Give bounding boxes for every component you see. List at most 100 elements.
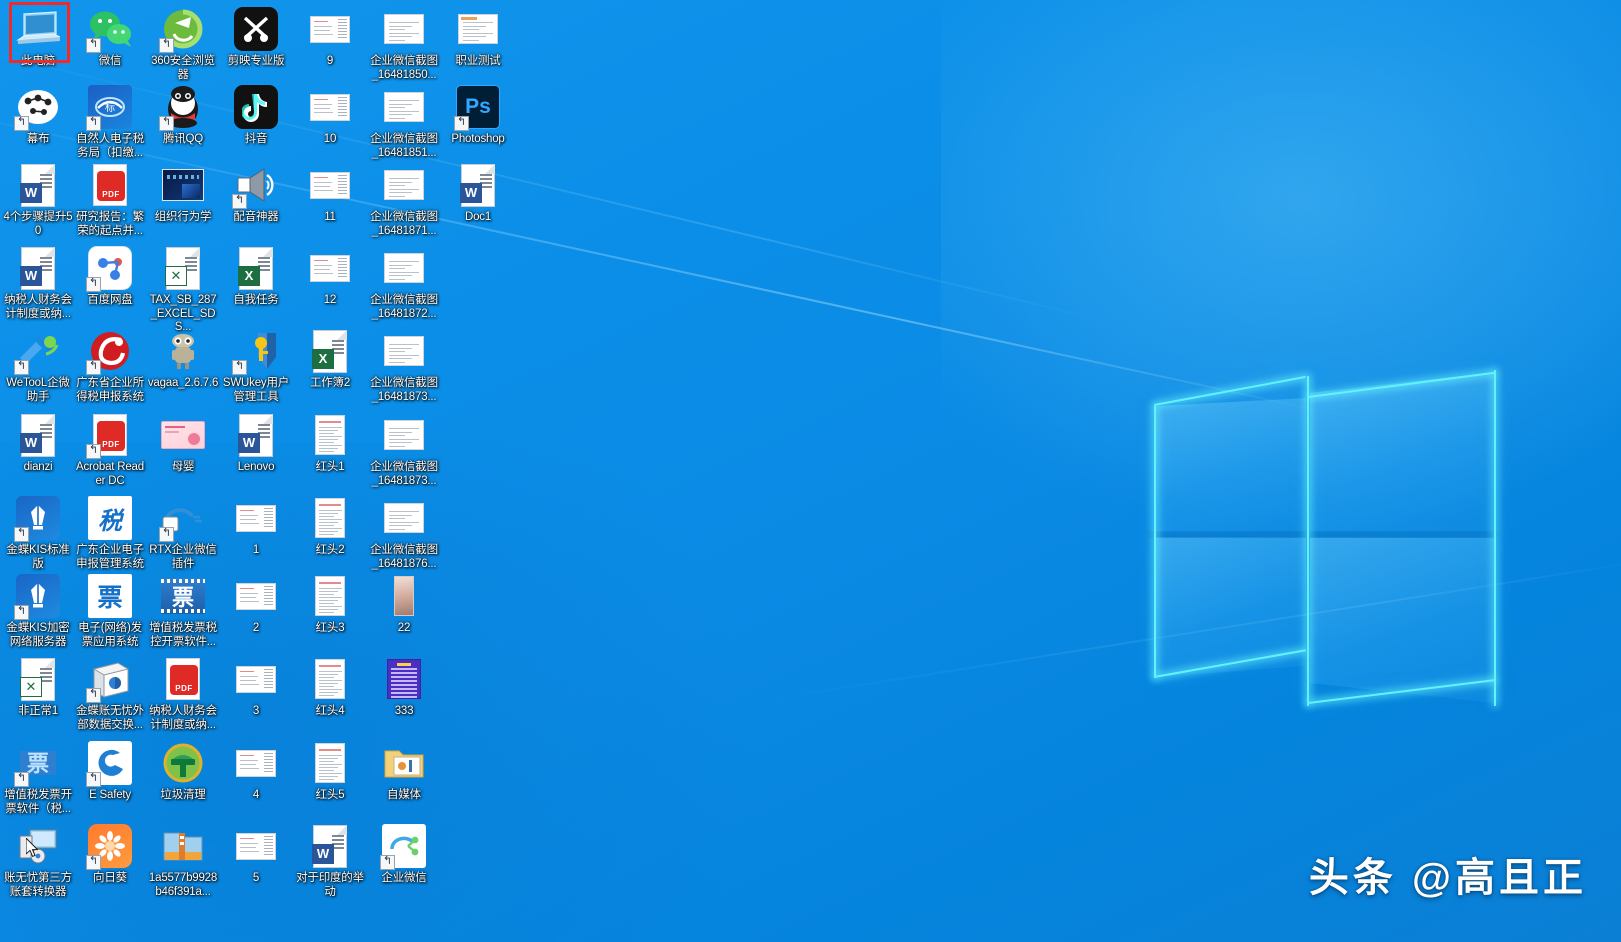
desktop-icon-ic-11[interactable]: 10 bbox=[294, 84, 366, 147]
desktop-icon-ic-32[interactable]: 企业微信截图_16481873... bbox=[368, 328, 440, 404]
desktop-icon-ic-59[interactable]: 垃圾清理 bbox=[147, 740, 219, 803]
desktop-icon-ic-17[interactable]: 配音神器 bbox=[220, 162, 292, 225]
desktop-icon-ic-51[interactable]: ✕ 非正常1 bbox=[2, 656, 74, 719]
desktop-icon-ic-0[interactable]: 此电脑 bbox=[2, 6, 74, 69]
desktop-icon-label: 组织行为学 bbox=[154, 211, 212, 223]
video-thumb-icon bbox=[160, 162, 206, 208]
desktop-icon-ic-6[interactable]: 职业测试 bbox=[442, 6, 514, 69]
desktop-icon-label: 360安全浏览器 bbox=[151, 55, 215, 81]
douyin-icon bbox=[233, 84, 279, 130]
excel-x-icon: ✕ bbox=[160, 245, 206, 291]
desktop-icon-ic-4[interactable]: 9 bbox=[294, 6, 366, 69]
desktop-icon-ic-29[interactable]: vagaa_2.6.7.6 bbox=[147, 328, 219, 391]
desktop-icon-ic-28[interactable]: 广东省企业所得税申报系统 bbox=[74, 328, 146, 404]
desktop-icon-ic-58[interactable]: E Safety bbox=[74, 740, 146, 803]
shortcut-arrow-icon bbox=[86, 360, 101, 375]
desktop-icon-ic-1[interactable]: 微信 bbox=[74, 6, 146, 69]
desktop-icon-ic-18[interactable]: 11 bbox=[294, 162, 366, 225]
desktop-icon-ic-14[interactable]: W 4个步骤提升50 bbox=[2, 162, 74, 238]
desktop-icon-label: 抖音 bbox=[244, 133, 268, 145]
wetool-icon bbox=[14, 328, 61, 375]
shortcut-arrow-icon bbox=[14, 116, 29, 131]
desktop-icon-ic-24[interactable]: X 自我任务 bbox=[220, 245, 292, 308]
desktop-icon-ic-20[interactable]: W Doc1 bbox=[442, 162, 514, 225]
desktop-icon-ic-64[interactable]: 向日葵 bbox=[74, 823, 146, 886]
desktop-icon-ic-67[interactable]: W 对于印度的举动 bbox=[294, 823, 366, 899]
desktop-icon-ic-37[interactable]: 红头1 bbox=[294, 412, 366, 475]
screenshot-icon bbox=[381, 6, 427, 52]
screenshot-c-icon bbox=[455, 6, 501, 52]
desktop-icon-ic-36[interactable]: W Lenovo bbox=[220, 412, 292, 475]
desktop-icon-ic-47[interactable]: 票 增值税发票税控开票软件... bbox=[147, 573, 219, 649]
desktop-icon-ic-49[interactable]: 红头3 bbox=[294, 573, 366, 636]
desktop-icon-label: 自媒体 bbox=[387, 789, 421, 801]
desktop-icon-ic-26[interactable]: 企业微信截图_16481872... bbox=[368, 245, 440, 321]
desktop-icon-label: 工作簿2 bbox=[309, 377, 351, 389]
desktop-icon-ic-53[interactable]: PDF 纳税人财务会计制度或纳... bbox=[147, 656, 219, 732]
excel-icon: X bbox=[307, 328, 353, 374]
shortcut-arrow-icon bbox=[86, 855, 101, 870]
desktop-icon-ic-60[interactable]: 4 bbox=[220, 740, 292, 803]
desktop-icon-ic-23[interactable]: ✕ TAX_SB_287_EXCEL_SDS... bbox=[147, 245, 219, 335]
desktop-icon-ic-39[interactable]: 金蝶KIS标准版 bbox=[2, 495, 74, 571]
desktop-icon-ic-30[interactable]: SWUkey用户管理工具 bbox=[220, 328, 292, 404]
desktop-icon-ic-13[interactable]: Ps Photoshop bbox=[442, 84, 514, 147]
thumb-wide-icon bbox=[307, 245, 353, 291]
desktop-icon-ic-10[interactable]: 抖音 bbox=[220, 84, 292, 147]
desktop-icon-ic-19[interactable]: 企业微信截图_16481871... bbox=[368, 162, 440, 238]
desktop-icon-ic-15[interactable]: PDF 研究报告：繁荣的起点并... bbox=[74, 162, 146, 238]
desktop-icon-ic-45[interactable]: 金蝶KIS加密网络服务器 bbox=[2, 573, 74, 649]
desktop-icon-ic-16[interactable]: 组织行为学 bbox=[147, 162, 219, 225]
desktop-icon-ic-2[interactable]: 360安全浏览器 bbox=[147, 6, 219, 82]
desktop-icon-label: 红头4 bbox=[315, 705, 345, 717]
shortcut-arrow-icon bbox=[14, 360, 29, 375]
desktop-icon-ic-33[interactable]: W dianzi bbox=[2, 412, 74, 475]
desktop-icon-ic-25[interactable]: 12 bbox=[294, 245, 366, 308]
desktop-icon-ic-40[interactable]: 税 广东企业电子申报管理系统 bbox=[74, 495, 146, 571]
desktop-icon-ic-27[interactable]: WeTooL企微助手 bbox=[2, 328, 74, 404]
folder-icon bbox=[381, 740, 427, 786]
thumb-wide-icon bbox=[307, 6, 353, 52]
desktop-icon-ic-55[interactable]: 红头4 bbox=[294, 656, 366, 719]
desktop-icon-ic-41[interactable]: RTX企业微信插件 bbox=[147, 495, 219, 571]
desktop-icon-ic-54[interactable]: 3 bbox=[220, 656, 292, 719]
desktop-icon-ic-52[interactable]: 金蝶账无忧外部数据交换... bbox=[74, 656, 146, 732]
desktop-icon-ic-22[interactable]: 百度网盘 bbox=[74, 245, 146, 308]
desktop-icon-ic-66[interactable]: 5 bbox=[220, 823, 292, 886]
desktop-icon-ic-63[interactable]: 账无忧第三方账套转换器 bbox=[2, 823, 74, 899]
shortcut-arrow-icon bbox=[454, 116, 469, 131]
desktop-icon-ic-43[interactable]: 红头2 bbox=[294, 495, 366, 558]
desktop-icon-ic-61[interactable]: 红头5 bbox=[294, 740, 366, 803]
excel-icon: X bbox=[233, 245, 279, 291]
desktop-icon-ic-34[interactable]: PDF Acrobat Reader DC bbox=[74, 412, 146, 488]
desktop-icon-ic-9[interactable]: 腾讯QQ bbox=[147, 84, 219, 147]
desktop-icon-ic-65[interactable]: 1a5577b9928b46f391a... bbox=[147, 823, 219, 899]
shortcut-arrow-icon bbox=[380, 855, 395, 870]
desktop-icon-ic-62[interactable]: 自媒体 bbox=[368, 740, 440, 803]
desktop-icon-ic-50[interactable]: 22 bbox=[368, 573, 440, 636]
desktop-icon-ic-46[interactable]: 票 电子(网络)发票应用系统 bbox=[74, 573, 146, 649]
desktop-icon-ic-8[interactable]: 标 自然人电子税务局（扣缴... bbox=[74, 84, 146, 160]
desktop-icon-label: 纳税人财务会计制度或纳... bbox=[149, 705, 217, 731]
desktop-icon-ic-42[interactable]: 1 bbox=[220, 495, 292, 558]
shortcut-arrow-icon bbox=[86, 277, 101, 292]
desktop-icon-ic-57[interactable]: 票 增值税发票开票软件（税... bbox=[2, 740, 74, 816]
desktop-icon-label: 腾讯QQ bbox=[162, 133, 204, 145]
desktop-icon-ic-35[interactable]: 母婴 bbox=[147, 412, 219, 475]
desktop-icon-ic-7[interactable]: 幕布 bbox=[2, 84, 74, 147]
desktop-icon-ic-5[interactable]: 企业微信截图_16481850... bbox=[368, 6, 440, 82]
desktop-icon-ic-44[interactable]: 企业微信截图_16481876... bbox=[368, 495, 440, 571]
desktop-icon-ic-68[interactable]: 企业微信 bbox=[368, 823, 440, 886]
desktop-icon-ic-3[interactable]: 剪映专业版 bbox=[220, 6, 292, 69]
thumb-wide-icon bbox=[233, 495, 279, 541]
pdf-icon: PDF bbox=[87, 162, 133, 208]
desktop-icon-ic-56[interactable]: 333 bbox=[368, 656, 440, 719]
desktop-icon-ic-48[interactable]: 2 bbox=[220, 573, 292, 636]
card-pink-icon bbox=[160, 412, 206, 458]
thumb-tall-icon bbox=[307, 573, 353, 619]
desktop-icon-ic-12[interactable]: 企业微信截图_16481851... bbox=[368, 84, 440, 160]
desktop-icon-ic-21[interactable]: W 纳税人财务会计制度或纳... bbox=[2, 245, 74, 321]
desktop-icon-ic-31[interactable]: X 工作簿2 bbox=[294, 328, 366, 391]
desktop-icon-ic-38[interactable]: 企业微信截图_16481873... bbox=[368, 412, 440, 488]
desktop-icon-label: 自然人电子税务局（扣缴... bbox=[76, 133, 144, 159]
